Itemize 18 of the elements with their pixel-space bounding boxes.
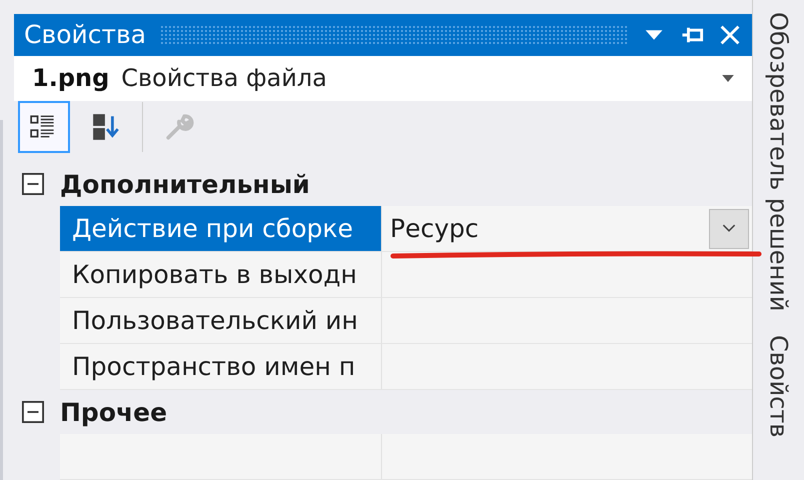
category-name: Дополнительный (60, 170, 310, 199)
collapse-icon[interactable] (22, 401, 44, 424)
object-selector[interactable]: 1.png Свойства файла (14, 56, 752, 101)
property-value[interactable]: Ресурс (382, 206, 752, 252)
chevron-down-icon (722, 224, 736, 234)
categorized-button[interactable] (18, 101, 70, 154)
dropdown-arrow-icon[interactable] (722, 74, 734, 82)
collapse-icon[interactable] (22, 173, 44, 196)
side-tab[interactable]: Обозреватель решений (764, 12, 792, 312)
side-tab[interactable]: Свойств (764, 335, 792, 438)
category-name: Прочее (60, 398, 168, 427)
property-name[interactable]: Действие при сборке (60, 206, 382, 252)
sort-down-icon (91, 112, 121, 142)
wrench-icon (164, 112, 194, 142)
object-type: Свойства файла (121, 64, 328, 92)
panel-title: Свойства (24, 20, 146, 50)
close-icon[interactable] (718, 22, 742, 47)
object-name: 1.png (32, 64, 110, 92)
